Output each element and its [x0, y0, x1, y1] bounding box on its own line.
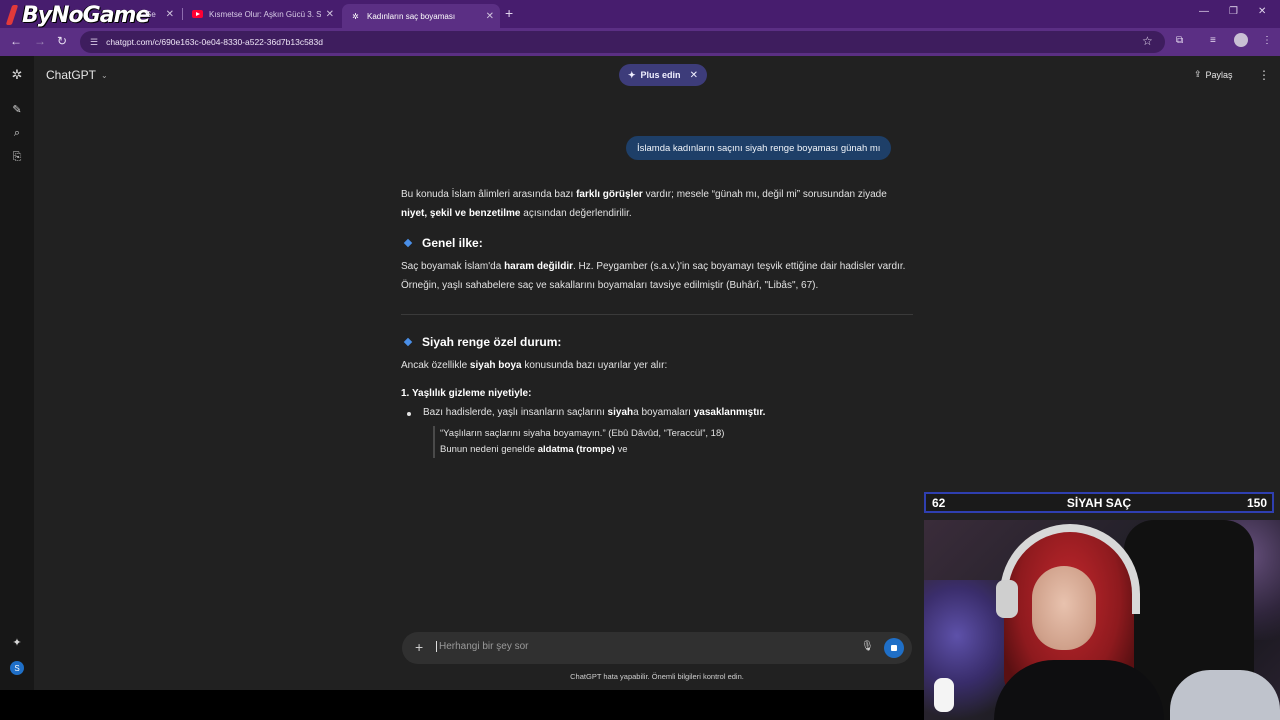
sparkle-icon: ✦ [628, 69, 636, 80]
chevron-down-icon: ⌄ [101, 70, 108, 80]
restore-icon[interactable]: ❐ [1229, 6, 1238, 17]
tab-label: Se [146, 9, 156, 19]
menu-dots-icon[interactable]: ⋮ [1262, 35, 1272, 46]
disclaimer-text: ChatGPT hata yapabilir. Önemli bilgileri… [570, 672, 744, 681]
general-paragraph: Saç boyamak İslam'da haram değildir. Hz.… [401, 261, 906, 291]
tab-partial[interactable]: Se ✕ [140, 4, 178, 24]
extensions-icon[interactable]: ⧉ [1176, 35, 1183, 46]
quote-line: “Yaşlıların saçlarını siyaha boyamayın.”… [440, 428, 725, 439]
bynogame-logo: ByNoGame [4, 2, 150, 28]
browser-address-bar: ← → ↻ ☰ chatgpt.com/c/690e163c-0e04-8330… [0, 28, 1280, 56]
back-icon[interactable]: ← [10, 34, 22, 48]
headset-earcup [996, 580, 1018, 618]
diamond-icon [403, 338, 413, 347]
close-tab-icon[interactable]: ✕ [166, 9, 174, 20]
headset [1000, 524, 1140, 614]
tab-kismetse-olur[interactable]: Kısmetse Olur: Aşkın Gücü 3. Se ✕ [184, 4, 340, 24]
upgrade-plus-button[interactable]: ✦ Plus edin ✕ [619, 64, 707, 86]
user-message: İslamda kadınların saçını siyah renge bo… [626, 136, 892, 160]
share-icon: ⇪ [1194, 69, 1202, 79]
add-attachment-icon[interactable]: + [415, 639, 423, 655]
prompt-input[interactable]: Herhangi bir şey sor [436, 641, 528, 652]
close-tab-icon[interactable]: ✕ [326, 9, 334, 20]
model-label: ChatGPT [46, 68, 97, 82]
counter-left-value: 62 [932, 495, 946, 510]
stop-generating-button[interactable] [884, 638, 904, 658]
openai-icon: ✲ [352, 11, 359, 21]
close-icon[interactable]: ✕ [690, 70, 698, 81]
more-options-icon[interactable]: ⋮ [1258, 68, 1270, 82]
tab-kadinlarin-sac-boyamasi[interactable]: ✲ Kadınların saç boyaması ✕ [342, 4, 500, 28]
user-avatar[interactable]: S [10, 661, 24, 675]
stream-counter-overlay: SİYAH SAÇ 62 150 [924, 492, 1274, 513]
pen-logo-icon [4, 4, 20, 26]
sidebar: ✲ ✎ ⌕ ⎘ ✦ S [0, 56, 34, 690]
numbered-item: 1. Yaşlılık gizleme niyetiyle: [401, 388, 532, 399]
microphone-icon[interactable]: 🎙 [861, 641, 874, 652]
media-control-icon[interactable]: ≡ [1210, 35, 1216, 46]
close-window-icon[interactable]: ✕ [1258, 6, 1266, 17]
plus-label: Plus edin [640, 70, 681, 80]
counter-title: SİYAH SAÇ [1066, 495, 1132, 510]
reload-icon[interactable]: ↻ [57, 34, 67, 48]
tab-label: Kısmetse Olur: Aşkın Gücü 3. Se [209, 9, 321, 19]
list-item: Bazı hadislerde, yaşlı insanların saçlar… [406, 404, 765, 423]
tab-label: Kadınların saç boyaması [367, 11, 456, 21]
intro-paragraph: Bu konuda İslam âlimleri arasında bazı f… [401, 189, 887, 219]
divider [401, 314, 913, 315]
new-tab-icon[interactable]: + [505, 5, 513, 21]
logo-text: ByNoGame [22, 2, 150, 28]
counter-right-value: 150 [1246, 495, 1267, 510]
profile-avatar[interactable] [1234, 33, 1248, 47]
tab-separator [182, 8, 183, 20]
new-chat-icon[interactable]: ✎ [8, 100, 26, 118]
sparkle-icon[interactable]: ✦ [8, 633, 26, 651]
reason-line: Bunun nedeni genelde aldatma (trompe) ve [440, 444, 628, 455]
pillow [1170, 670, 1280, 720]
webcam-overlay [924, 520, 1280, 720]
heading-special: Siyah renge özel durum: [403, 333, 561, 352]
special-paragraph: Ancak özellikle siyah boya konusunda baz… [401, 360, 668, 371]
library-icon[interactable]: ⎘ [8, 148, 26, 166]
heading-general: Genel ilke: [403, 234, 483, 253]
message-composer[interactable]: + Herhangi bir şey sor 🎙 [402, 632, 912, 664]
share-label: Paylaş [1205, 69, 1233, 80]
url-field[interactable]: ☰ chatgpt.com/c/690e163c-0e04-8330-a522-… [80, 31, 1165, 53]
site-info-icon[interactable]: ☰ [90, 37, 98, 48]
youtube-icon [192, 9, 203, 20]
blockquote: “Yaşlıların saçlarını siyaha boyamayın.”… [433, 426, 724, 458]
minimize-icon[interactable]: — [1199, 6, 1209, 17]
share-button[interactable]: ⇪ Paylaş [1194, 69, 1233, 80]
close-tab-icon[interactable]: ✕ [486, 11, 494, 22]
browser-tab-bar: ByNoGame Se ✕ Kısmetse Olur: Aşkın Gücü … [0, 0, 1280, 28]
url-text: chatgpt.com/c/690e163c-0e04-8330-a522-36… [106, 37, 323, 47]
model-selector[interactable]: ChatGPT ⌄ [46, 68, 108, 82]
bookmark-star-icon[interactable]: ☆ [1142, 34, 1153, 48]
bunny-figure [934, 678, 954, 712]
search-icon[interactable]: ⌕ [8, 124, 26, 142]
forward-icon[interactable]: → [34, 34, 46, 48]
diamond-icon [403, 239, 413, 248]
openai-logo-icon[interactable]: ✲ [8, 66, 26, 84]
